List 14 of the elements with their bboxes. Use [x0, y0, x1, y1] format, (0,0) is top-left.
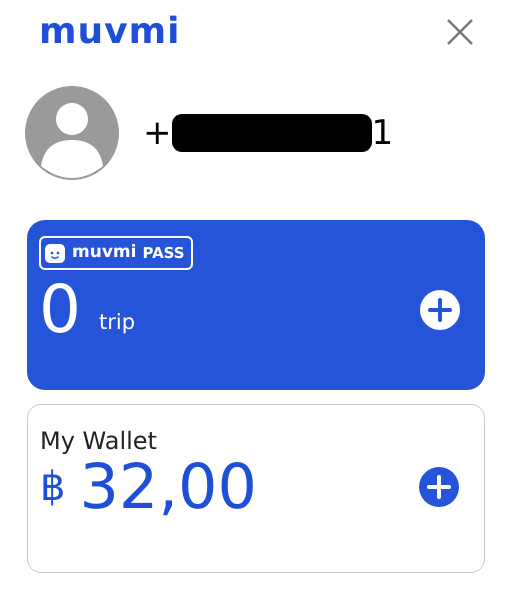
close-button[interactable] — [445, 17, 475, 47]
phone-number: 1 — [372, 116, 394, 150]
phone-number: + — [143, 116, 172, 150]
wallet-balance: 32,00 — [79, 456, 257, 518]
muvmi-logo: muvmi — [39, 14, 180, 50]
badge-label: PASS — [142, 242, 185, 264]
currency-symbol: ฿ — [40, 462, 66, 512]
badge-logo: muvmi — [72, 241, 136, 264]
add-pass-button[interactable] — [419, 288, 461, 331]
trip-count: 0 — [39, 276, 81, 343]
wallet-title: My Wallet — [40, 427, 158, 456]
trip-unit: trip — [99, 309, 136, 336]
add-funds-button[interactable] — [418, 466, 460, 508]
avatar-icon — [25, 86, 119, 180]
